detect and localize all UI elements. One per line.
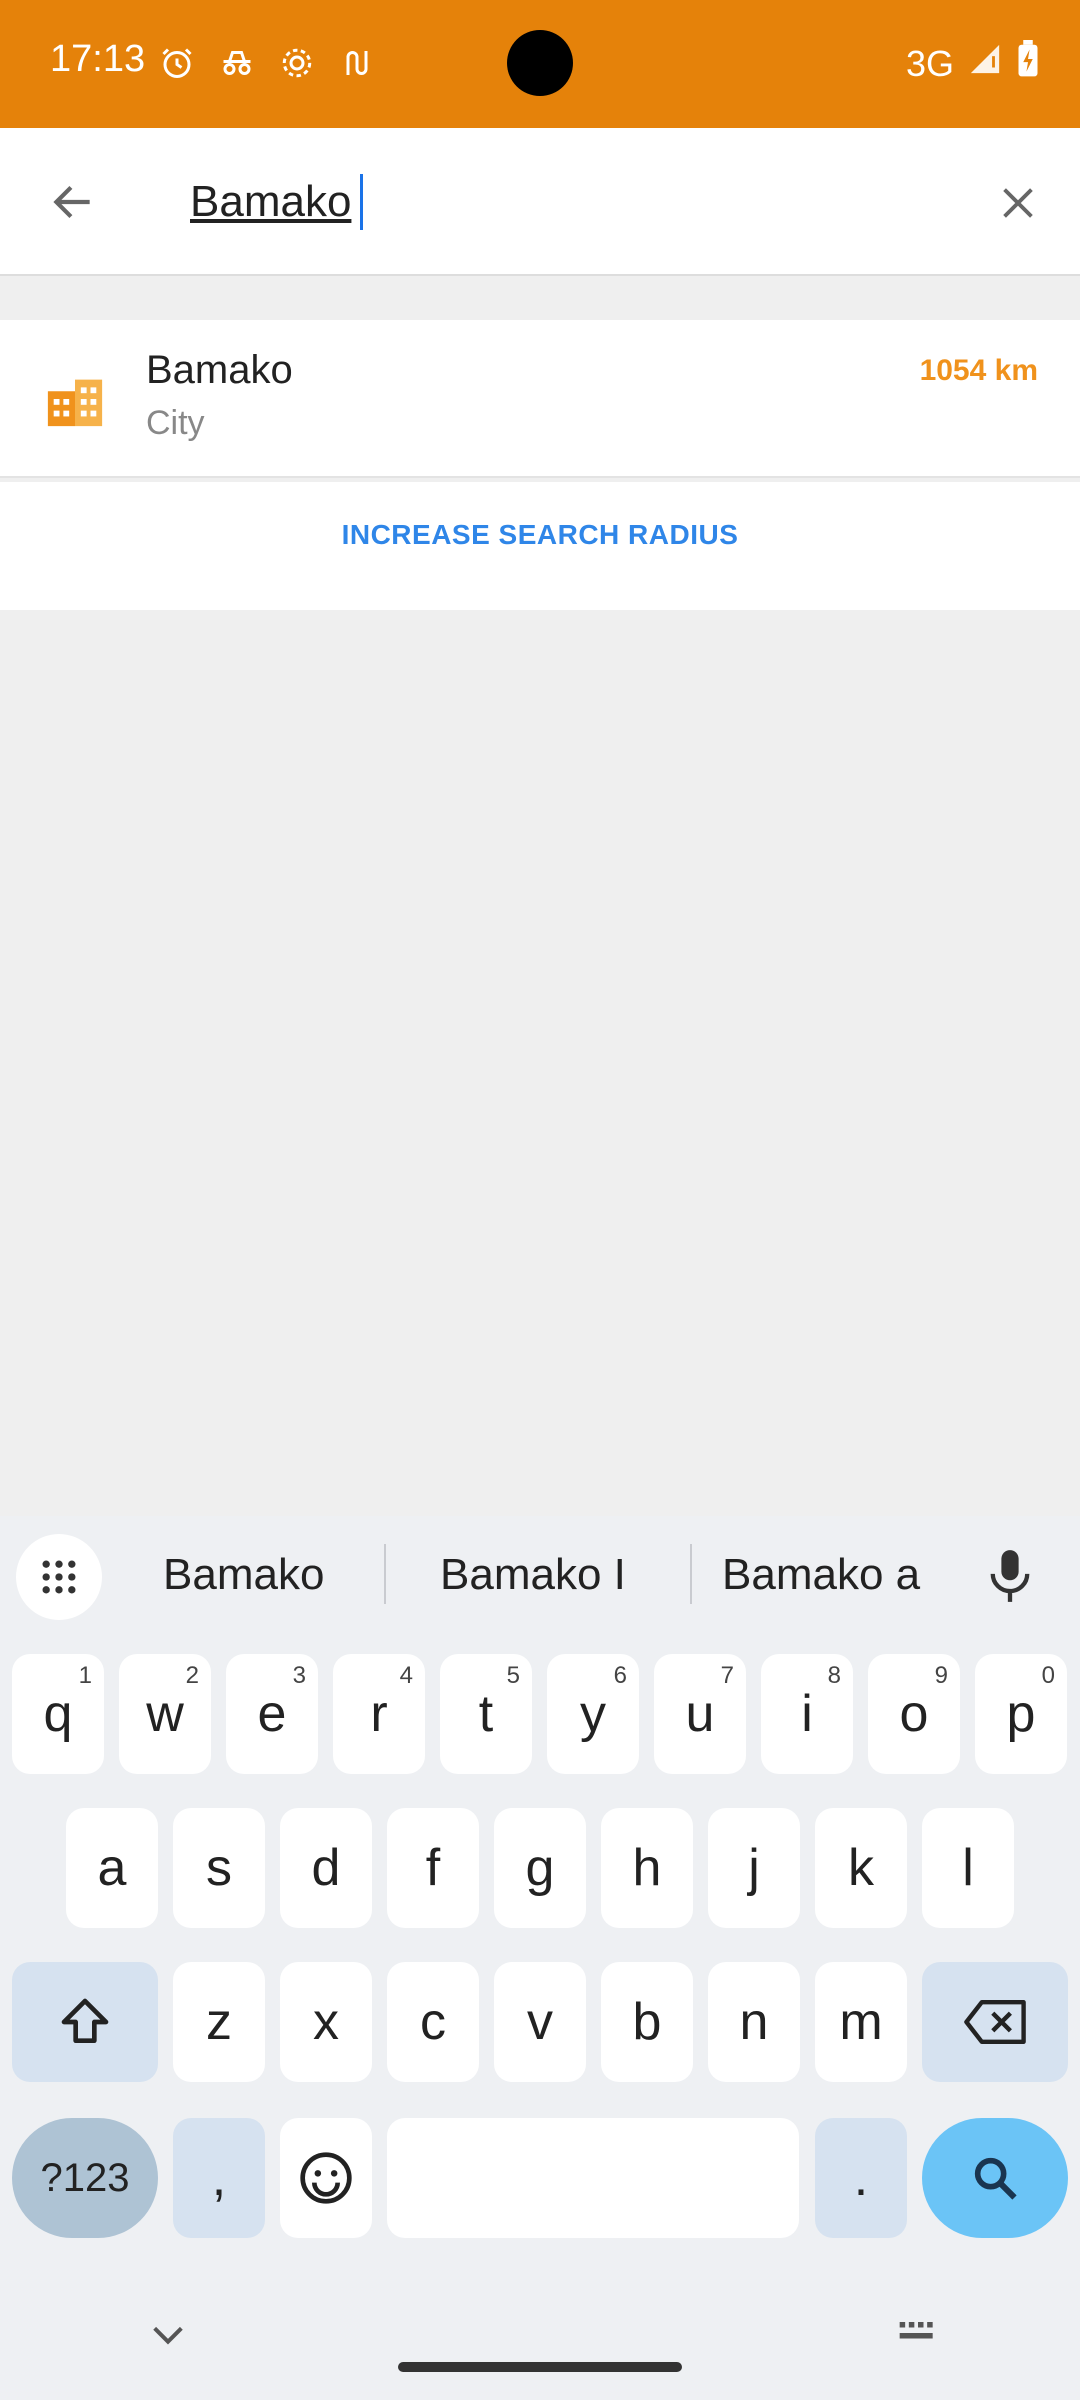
- transit-icon: [338, 44, 376, 82]
- key-u[interactable]: u7: [654, 1654, 746, 1774]
- key-x[interactable]: x: [280, 1962, 372, 2082]
- camera-cutout: [507, 30, 573, 96]
- key-j[interactable]: j: [708, 1808, 800, 1928]
- result-distance: 1054 km: [919, 354, 1038, 387]
- key-t[interactable]: t5: [440, 1654, 532, 1774]
- soft-keyboard: Bamako Bamako I Bamako a q1 w2 e3 r4 t5 …: [0, 1516, 1080, 2400]
- key-v[interactable]: v: [494, 1962, 586, 2082]
- signal-icon: [968, 42, 1002, 85]
- shift-key[interactable]: [12, 1962, 158, 2082]
- emoji-icon: [300, 2152, 352, 2204]
- back-button[interactable]: [0, 128, 146, 276]
- emoji-key[interactable]: [280, 2118, 372, 2238]
- alarm-icon: [158, 44, 196, 82]
- key-n[interactable]: n: [708, 1962, 800, 2082]
- incognito-icon: [218, 44, 256, 82]
- microphone-icon: [990, 1550, 1030, 1602]
- suggestion-2[interactable]: Bamako I: [440, 1550, 626, 1600]
- comma-key[interactable]: ,: [173, 2118, 265, 2238]
- text-cursor: [360, 174, 363, 230]
- search-result-item[interactable]: Bamako City 1054 km: [0, 320, 1080, 478]
- key-r[interactable]: r4: [333, 1654, 425, 1774]
- search-key[interactable]: [922, 2118, 1068, 2238]
- space-key[interactable]: [387, 2118, 799, 2238]
- result-type: City: [146, 404, 205, 442]
- key-g[interactable]: g: [494, 1808, 586, 1928]
- navigation-handle[interactable]: [398, 2362, 682, 2372]
- close-icon: [1003, 188, 1033, 218]
- key-a[interactable]: a: [66, 1808, 158, 1928]
- keyboard-apps-button[interactable]: [16, 1534, 102, 1620]
- suggestion-1[interactable]: Bamako: [163, 1550, 324, 1600]
- key-l[interactable]: l: [922, 1808, 1014, 1928]
- clear-search-button[interactable]: [956, 136, 1080, 270]
- increase-search-radius-button[interactable]: INCREASE SEARCH RADIUS: [42, 502, 1038, 568]
- backspace-icon: [964, 2000, 1026, 2044]
- microphone-button[interactable]: [980, 1546, 1040, 1606]
- key-f[interactable]: f: [387, 1808, 479, 1928]
- status-icons-left: [158, 44, 376, 82]
- radius-row: INCREASE SEARCH RADIUS: [0, 482, 1080, 610]
- key-i[interactable]: i8: [761, 1654, 853, 1774]
- grid-icon: [42, 1560, 76, 1594]
- key-w[interactable]: w2: [119, 1654, 211, 1774]
- settings-gear-icon: [278, 44, 316, 82]
- search-icon: [974, 2157, 1017, 2200]
- search-input[interactable]: [190, 160, 930, 244]
- network-type: 3G: [905, 42, 954, 84]
- period-key[interactable]: .: [815, 2118, 907, 2238]
- battery-charging-icon: [1016, 40, 1040, 87]
- city-buildings-icon: [44, 368, 106, 430]
- key-b[interactable]: b: [601, 1962, 693, 2082]
- key-y[interactable]: y6: [547, 1654, 639, 1774]
- symbols-key[interactable]: ?123: [12, 2118, 158, 2238]
- suggestion-divider: [690, 1544, 692, 1604]
- key-c[interactable]: c: [387, 1962, 479, 2082]
- key-e[interactable]: e3: [226, 1654, 318, 1774]
- chevron-down-icon[interactable]: [148, 2320, 188, 2350]
- key-d[interactable]: d: [280, 1808, 372, 1928]
- arrow-left-icon: [53, 185, 90, 219]
- key-o[interactable]: o9: [868, 1654, 960, 1774]
- key-z[interactable]: z: [173, 1962, 265, 2082]
- keyboard-switch-icon[interactable]: [896, 2318, 940, 2348]
- key-p[interactable]: p0: [975, 1654, 1067, 1774]
- search-toolbar: [0, 128, 1080, 276]
- suggestion-strip: Bamako Bamako I Bamako a: [0, 1516, 1080, 1634]
- status-bar: 17:13 3G: [0, 0, 1080, 128]
- suggestion-divider: [384, 1544, 386, 1604]
- key-s[interactable]: s: [173, 1808, 265, 1928]
- key-q[interactable]: q1: [12, 1654, 104, 1774]
- key-h[interactable]: h: [601, 1808, 693, 1928]
- key-m[interactable]: m: [815, 1962, 907, 2082]
- suggestion-3[interactable]: Bamako a: [722, 1550, 920, 1600]
- status-right: 3G: [906, 40, 1040, 87]
- key-k[interactable]: k: [815, 1808, 907, 1928]
- backspace-key[interactable]: [922, 1962, 1068, 2082]
- shift-icon: [61, 1998, 109, 2043]
- status-time: 17:13: [50, 38, 146, 80]
- result-name: Bamako: [146, 348, 293, 392]
